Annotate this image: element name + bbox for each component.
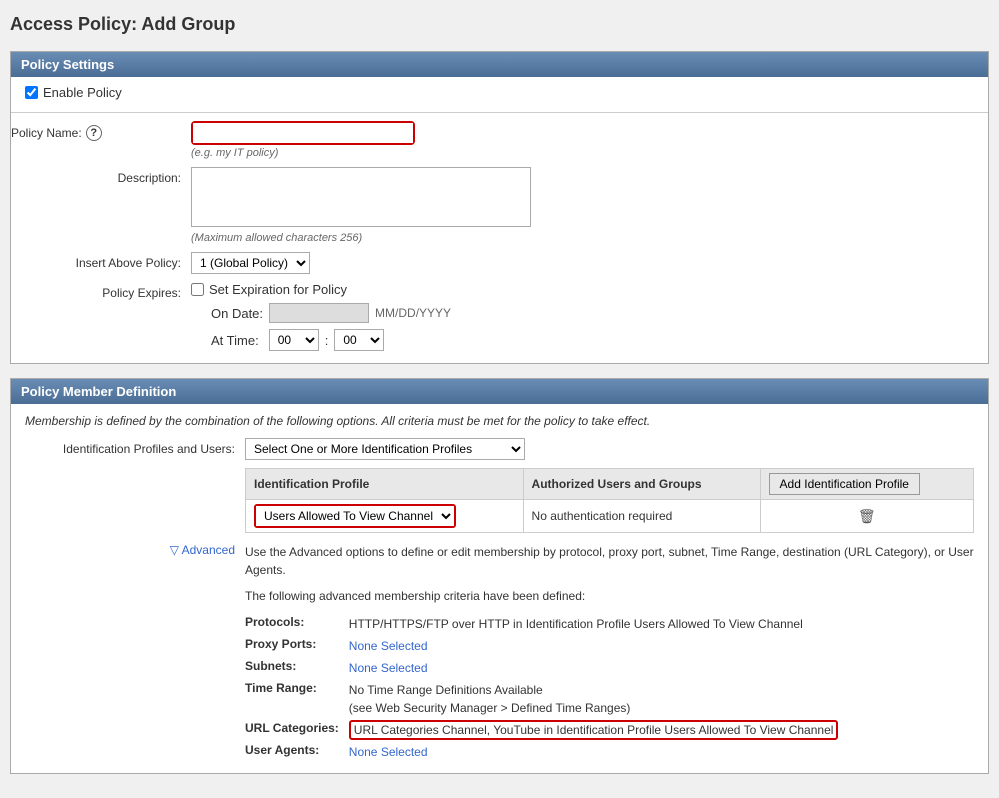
proxy-ports-link[interactable]: None Selected [349,639,428,653]
protocols-key: Protocols: [245,613,349,635]
user-agents-key: User Agents: [245,741,349,763]
url-categories-key: URL Categories: [245,719,349,741]
date-format-hint: MM/DD/YYYY [375,306,451,320]
policy-name-label: Policy Name: ? [11,121,191,141]
id-profiles-control: Select One or More Identification Profil… [245,438,974,533]
time-minute-select[interactable]: 00 [334,329,384,351]
on-date-label: On Date: [211,306,263,321]
enable-policy-label[interactable]: Enable Policy [25,85,974,100]
policy-expires-control: Set Expiration for Policy On Date: MM/DD… [191,282,988,351]
subnets-val: None Selected [349,657,839,679]
subnets-key: Subnets: [245,657,349,679]
insert-above-control: 1 (Global Policy) [191,252,988,274]
profile-table-header-row: Identification Profile Authorized Users … [246,469,974,500]
advanced-note1: Use the Advanced options to define or ed… [245,543,974,579]
advanced-toggle-link[interactable]: ▽ Advanced [25,543,245,557]
time-range-val: No Time Range Definitions Available (see… [349,679,839,719]
col-add-profile: Add Identification Profile [760,469,973,500]
policy-member-header: Policy Member Definition [11,379,988,404]
membership-note: Membership is defined by the combination… [25,414,974,428]
enable-policy-checkbox[interactable] [25,86,38,99]
delete-profile-button[interactable]: 🗑 [858,508,876,525]
advanced-section: ▽ Advanced Use the Advanced options to d… [25,543,974,763]
profile-table: Identification Profile Authorized Users … [245,468,974,533]
insert-above-row: Insert Above Policy: 1 (Global Policy) [11,252,988,274]
policy-name-hint: (e.g. my IT policy) [191,147,988,159]
policy-name-input[interactable]: Allow YouTube [193,123,413,143]
protocols-val: HTTP/HTTPS/FTP over HTTP in Identificati… [349,613,839,635]
time-separator: : [325,333,329,348]
profile-select-cell: Users Allowed To View Channel [246,500,524,533]
advanced-note2: The following advanced membership criter… [245,587,974,605]
policy-name-help-icon[interactable]: ? [86,125,102,141]
insert-above-label: Insert Above Policy: [11,252,191,270]
subnets-link[interactable]: None Selected [349,661,428,675]
description-row: Description: (Maximum allowed characters… [11,167,988,244]
criteria-subnets: Subnets: None Selected [245,657,838,679]
description-textarea[interactable] [191,167,531,227]
url-categories-val: URL Categories Channel, YouTube in Ident… [349,719,839,741]
col-identification-profile: Identification Profile [246,469,524,500]
proxy-ports-val: None Selected [349,635,839,657]
criteria-grid: Protocols: HTTP/HTTPS/FTP over HTTP in I… [245,613,838,763]
add-identification-profile-button[interactable]: Add Identification Profile [769,473,920,495]
policy-settings-header: Policy Settings [11,52,988,77]
description-control: (Maximum allowed characters 256) [191,167,988,244]
policy-name-row: Policy Name: ? Allow YouTube (e.g. my IT… [11,121,988,159]
table-row: Users Allowed To View Channel No authent… [246,500,974,533]
delete-cell: 🗑 [760,500,973,533]
url-categories-box: URL Categories Channel, YouTube in Ident… [349,720,839,740]
page-title: Access Policy: Add Group [10,10,989,39]
profile-name-select[interactable]: Users Allowed To View Channel [256,506,454,526]
policy-member-section: Policy Member Definition Membership is d… [10,378,989,774]
on-date-input[interactable] [269,303,369,323]
criteria-proxy-ports: Proxy Ports: None Selected [245,635,838,657]
policy-expires-row: Policy Expires: Set Expiration for Polic… [11,282,988,351]
criteria-protocols: Protocols: HTTP/HTTPS/FTP over HTTP in I… [245,613,838,635]
user-agents-val: None Selected [349,741,839,763]
time-hour-select[interactable]: 00 [269,329,319,351]
at-time-label: At Time: [211,333,259,348]
auth-value-cell: No authentication required [523,500,760,533]
description-label: Description: [11,167,191,185]
criteria-time-range: Time Range: No Time Range Definitions Av… [245,679,838,719]
set-expiration-label[interactable]: Set Expiration for Policy [191,282,988,297]
proxy-ports-key: Proxy Ports: [245,635,349,657]
policy-settings-section: Policy Settings Enable Policy Policy Nam… [10,51,989,364]
criteria-url-categories: URL Categories: URL Categories Channel, … [245,719,838,741]
advanced-content: Use the Advanced options to define or ed… [245,543,974,763]
criteria-user-agents: User Agents: None Selected [245,741,838,763]
id-profiles-dropdown[interactable]: Select One or More Identification Profil… [245,438,525,460]
time-range-key: Time Range: [245,679,349,719]
id-profiles-label: Identification Profiles and Users: [25,438,245,456]
user-agents-link[interactable]: None Selected [349,745,428,759]
col-authorized-users: Authorized Users and Groups [523,469,760,500]
id-profiles-row: Identification Profiles and Users: Selec… [25,438,974,533]
enable-policy-row: Enable Policy [11,77,988,108]
description-hint: (Maximum allowed characters 256) [191,232,988,244]
policy-name-control: Allow YouTube (e.g. my IT policy) [191,121,988,159]
insert-above-select[interactable]: 1 (Global Policy) [191,252,310,274]
set-expiration-checkbox[interactable] [191,283,204,296]
policy-member-body: Membership is defined by the combination… [11,404,988,773]
policy-expires-label: Policy Expires: [11,282,191,300]
